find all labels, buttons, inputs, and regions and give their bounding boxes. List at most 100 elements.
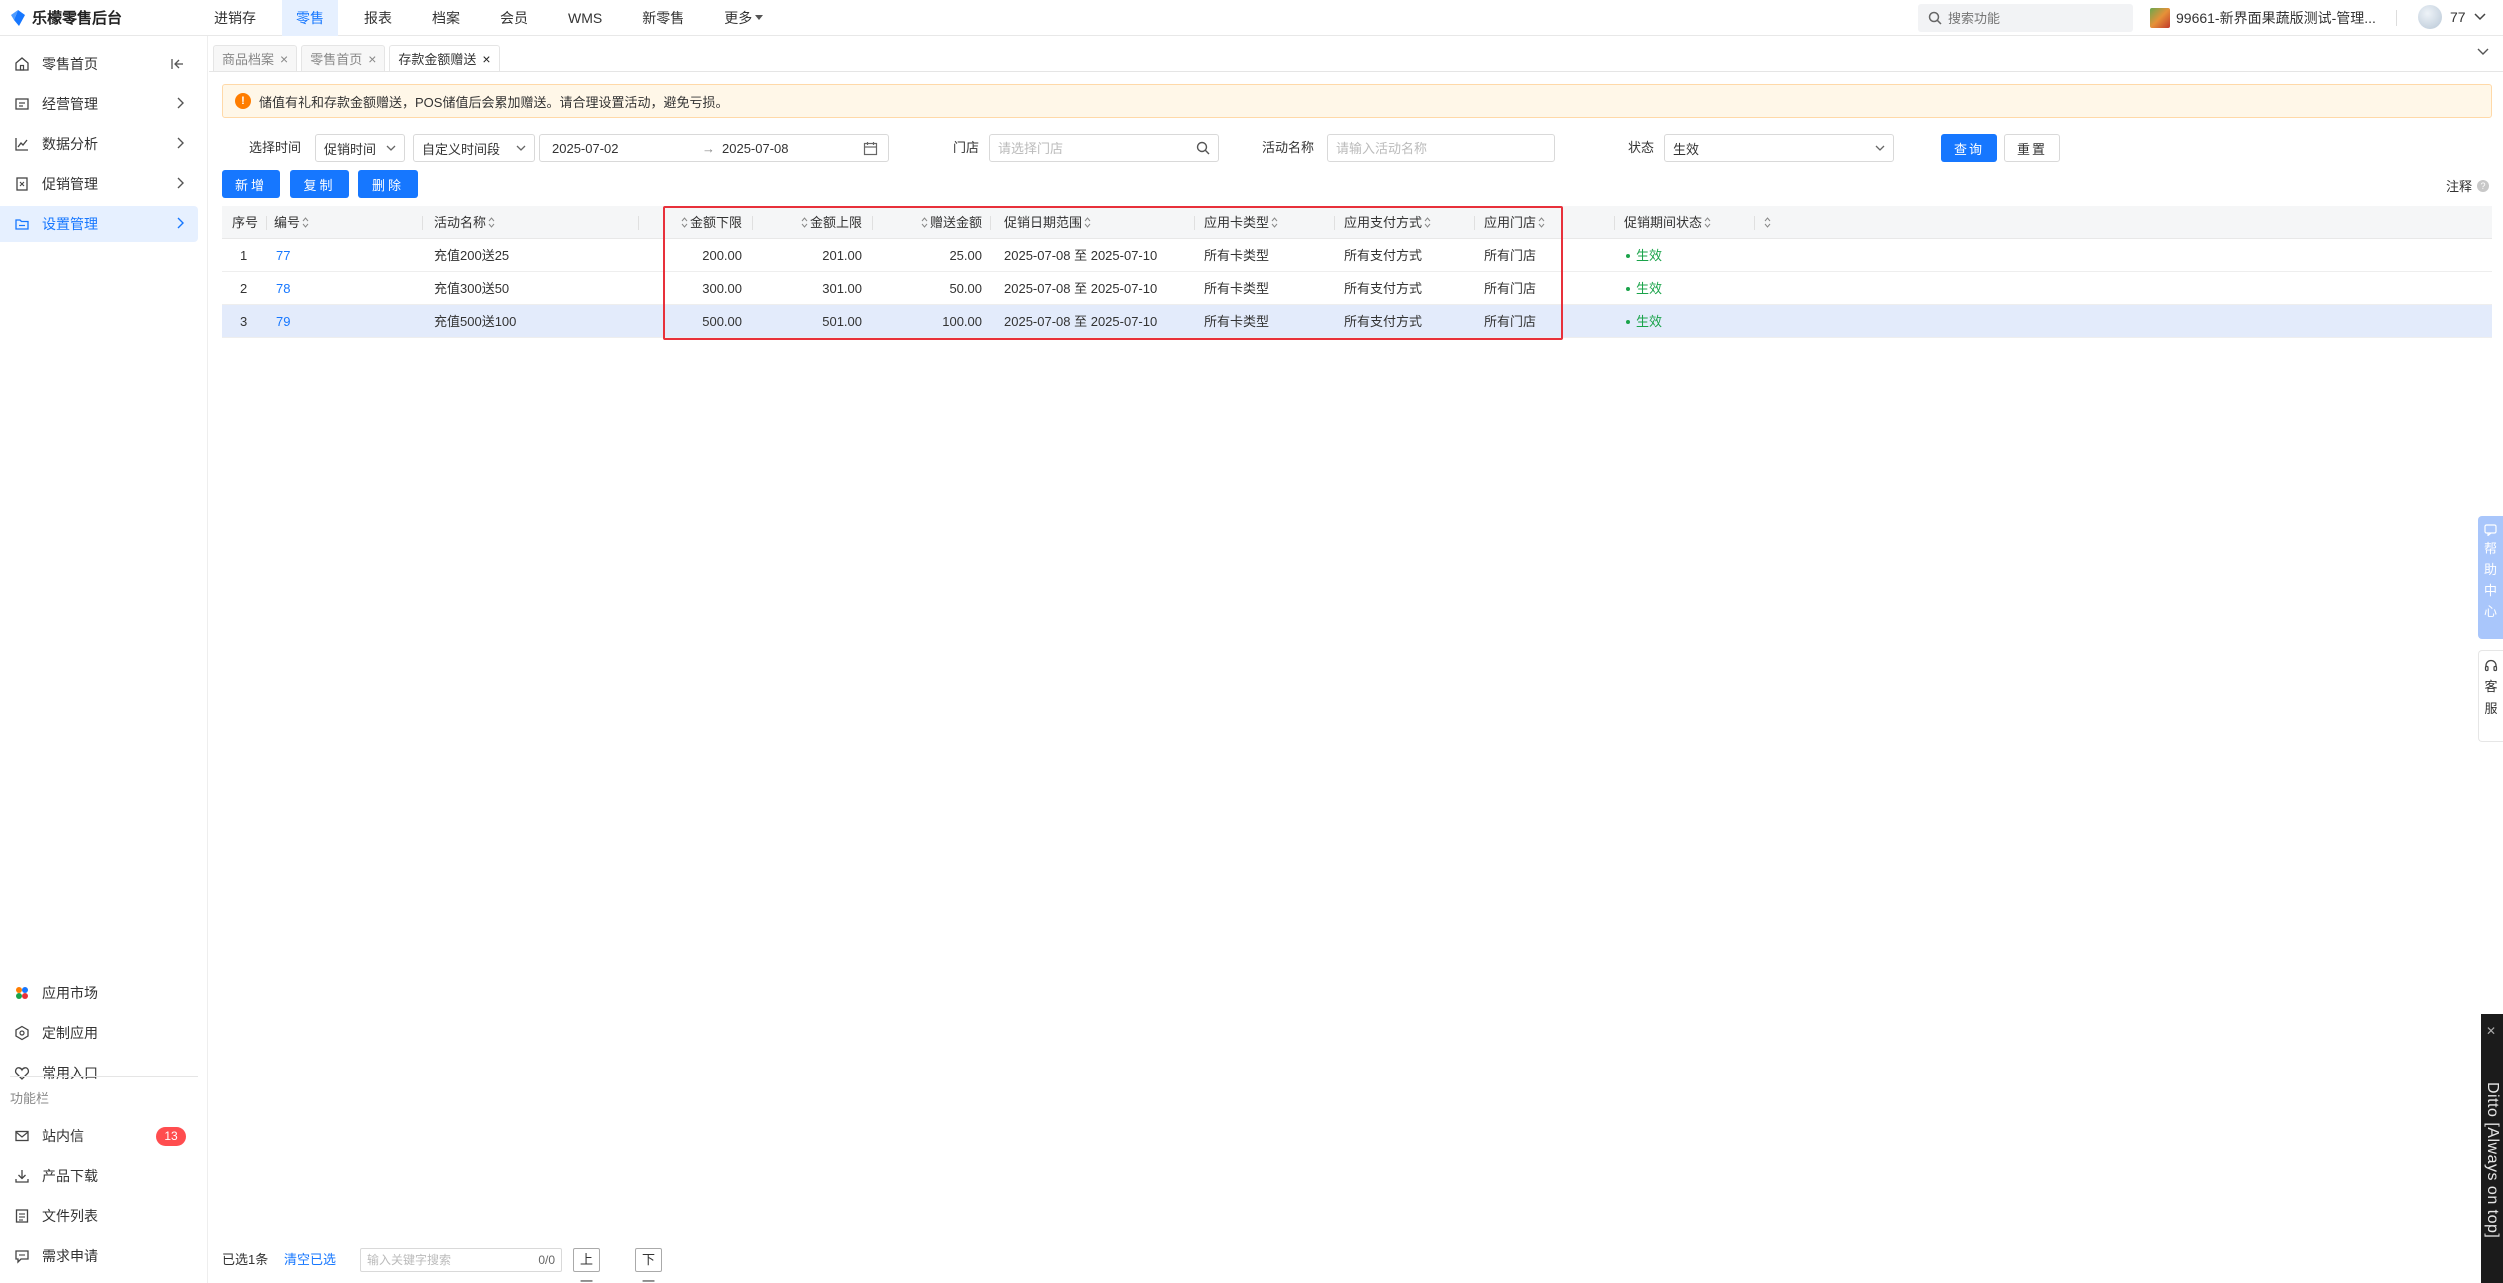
sidebar-item-settings[interactable]: 设置管理 bbox=[0, 206, 198, 242]
close-icon[interactable]: × bbox=[368, 51, 376, 67]
sidebar-item-data-analysis[interactable]: 数据分析 bbox=[0, 126, 198, 162]
sort-icon[interactable] bbox=[921, 217, 928, 228]
heart-icon bbox=[14, 1065, 30, 1081]
sidebar-item-file-list[interactable]: 文件列表 bbox=[0, 1198, 198, 1234]
date-start[interactable]: 2025-07-02 bbox=[552, 141, 619, 156]
col-header-code[interactable]: 编号 bbox=[274, 206, 309, 239]
ditto-overlay-window[interactable]: ✕ Ditto [Always on top] bbox=[2481, 1014, 2503, 1283]
prev-match-button[interactable]: 上一个 bbox=[573, 1248, 601, 1283]
add-button[interactable]: 新增 bbox=[222, 170, 280, 198]
nav-item-member[interactable]: 会员 bbox=[486, 0, 542, 36]
sort-icon[interactable] bbox=[681, 217, 688, 228]
app-logo[interactable]: 乐檬零售后台 bbox=[10, 7, 122, 28]
query-button[interactable]: 查询 bbox=[1941, 134, 1997, 162]
nav-item-more[interactable]: 更多 bbox=[710, 0, 777, 36]
close-icon[interactable]: × bbox=[280, 51, 288, 67]
col-header-min-amount[interactable]: 金额下限 bbox=[670, 206, 742, 239]
sort-icon[interactable] bbox=[488, 217, 495, 228]
sort-icon[interactable] bbox=[1271, 217, 1278, 228]
next-match-button[interactable]: 下一个 bbox=[635, 1248, 663, 1283]
tab-label: 商品档案 bbox=[222, 52, 275, 67]
sort-icon[interactable] bbox=[1084, 217, 1091, 228]
col-header-name[interactable]: 活动名称 bbox=[434, 206, 495, 239]
help-char: 中 bbox=[2483, 583, 2497, 598]
collapse-sidebar-icon[interactable] bbox=[170, 57, 184, 71]
sidebar-item-custom-app[interactable]: 定制应用 bbox=[0, 1015, 198, 1051]
date-range-picker[interactable]: 2025-07-02 → 2025-07-08 bbox=[539, 134, 889, 162]
sort-icon[interactable] bbox=[801, 217, 808, 228]
user-menu[interactable]: 77 bbox=[2418, 5, 2486, 29]
keyword-search[interactable]: 0/0 bbox=[360, 1248, 562, 1272]
table-row[interactable]: 3 79 充值500送100 500.00 501.00 100.00 2025… bbox=[222, 305, 2492, 338]
cell-code-link[interactable]: 77 bbox=[276, 239, 290, 272]
help-center-button[interactable]: 帮 助 中 心 bbox=[2478, 516, 2503, 639]
nav-item-retail[interactable]: 零售 bbox=[282, 0, 338, 36]
function-search-input[interactable] bbox=[1948, 10, 2118, 26]
col-header-date-range[interactable]: 促销日期范围 bbox=[1004, 206, 1091, 239]
sort-icon[interactable] bbox=[1538, 217, 1545, 228]
close-icon[interactable]: × bbox=[482, 51, 490, 67]
sidebar-item-operations[interactable]: 经营管理 bbox=[0, 86, 198, 122]
function-search[interactable] bbox=[1918, 4, 2133, 32]
sidebar-item-product-download[interactable]: 产品下载 bbox=[0, 1158, 198, 1194]
sidebar-item-app-market[interactable]: 应用市场 bbox=[0, 975, 198, 1011]
store-select[interactable] bbox=[989, 134, 1219, 162]
time-type-select[interactable]: 促销时间 bbox=[315, 134, 405, 162]
sort-icon[interactable] bbox=[1704, 217, 1711, 228]
table-row[interactable]: 1 77 充值200送25 200.00 201.00 25.00 2025-0… bbox=[222, 239, 2492, 272]
note-toggle[interactable]: 注释 ? bbox=[2446, 176, 2489, 195]
col-header-store[interactable]: 应用门店 bbox=[1484, 206, 1545, 239]
sidebar-item-messages[interactable]: 站内信 13 bbox=[0, 1118, 198, 1154]
copy-button[interactable]: 复制 bbox=[290, 170, 349, 198]
nav-item-inventory[interactable]: 进销存 bbox=[200, 0, 270, 36]
nav-item-reports[interactable]: 报表 bbox=[350, 0, 406, 36]
cell-name: 充值500送100 bbox=[434, 314, 517, 329]
cell-code-link[interactable]: 78 bbox=[276, 272, 290, 305]
store-switcher[interactable]: 99661-新界面果蔬版测试-管理... bbox=[2150, 8, 2376, 28]
customer-service-button[interactable]: 客 服 bbox=[2478, 650, 2503, 742]
cell-pay-method: 所有支付方式 bbox=[1344, 248, 1423, 263]
tab-label: 零售首页 bbox=[310, 52, 363, 67]
time-range-type-select[interactable]: 自定义时间段 bbox=[413, 134, 535, 162]
chevron-right-icon bbox=[176, 137, 184, 149]
delete-button[interactable]: 删除 bbox=[358, 170, 418, 198]
cell-gift-amount: 100.00 bbox=[942, 314, 982, 329]
nav-item-wms[interactable]: WMS bbox=[554, 0, 616, 36]
sort-icon[interactable] bbox=[302, 217, 309, 228]
clear-selection-link[interactable]: 清空已选 bbox=[284, 1247, 336, 1273]
col-header-gift-amount[interactable]: 赠送金额 bbox=[910, 206, 982, 239]
tab-deposit-gift[interactable]: 存款金额赠送 × bbox=[389, 45, 500, 71]
activity-name-field[interactable] bbox=[1327, 134, 1555, 162]
cell-min-amount: 300.00 bbox=[702, 281, 742, 296]
store-select-input[interactable] bbox=[998, 140, 1196, 156]
table-row[interactable]: 2 78 充值300送50 300.00 301.00 50.00 2025-0… bbox=[222, 272, 2492, 305]
nav-item-archive[interactable]: 档案 bbox=[418, 0, 474, 36]
date-end[interactable]: 2025-07-08 bbox=[722, 141, 789, 156]
tab-product-archive[interactable]: 商品档案 × bbox=[213, 45, 298, 71]
sidebar-item-favorites[interactable]: 常用入口 bbox=[0, 1055, 198, 1091]
col-header-card-type[interactable]: 应用卡类型 bbox=[1204, 206, 1278, 239]
reset-button[interactable]: 重置 bbox=[2004, 134, 2060, 162]
activity-name-input[interactable] bbox=[1336, 140, 1546, 156]
ditto-title: Ditto [Always on top] bbox=[2484, 1082, 2501, 1239]
close-icon[interactable]: ✕ bbox=[2486, 1024, 2496, 1038]
sort-icon[interactable] bbox=[1424, 217, 1431, 228]
tab-retail-home[interactable]: 零售首页 × bbox=[301, 45, 386, 71]
chevron-down-icon[interactable] bbox=[2477, 48, 2489, 56]
sidebar-item-feature-request[interactable]: 需求申请 bbox=[0, 1238, 198, 1274]
nav-item-new-retail[interactable]: 新零售 bbox=[628, 0, 698, 36]
cell-store: 所有门店 bbox=[1484, 314, 1537, 329]
status-select[interactable]: 生效 bbox=[1664, 134, 1894, 162]
col-header-max-amount[interactable]: 金额上限 bbox=[790, 206, 862, 239]
cell-code-link[interactable]: 79 bbox=[276, 305, 290, 338]
col-header-pay-method[interactable]: 应用支付方式 bbox=[1344, 206, 1431, 239]
col-header-status[interactable]: 促销期间状态 bbox=[1624, 206, 1711, 239]
sidebar-item-retail-home[interactable]: 零售首页 bbox=[0, 46, 198, 82]
keyword-search-input[interactable] bbox=[367, 1253, 517, 1267]
status-badge: 生效 bbox=[1626, 272, 1662, 305]
coupon-icon bbox=[14, 176, 30, 192]
sidebar-item-promotion[interactable]: 促销管理 bbox=[0, 166, 198, 202]
sort-icon[interactable] bbox=[1764, 217, 1771, 228]
col-header-extra[interactable] bbox=[1764, 206, 1771, 239]
service-char: 服 bbox=[2484, 701, 2498, 716]
